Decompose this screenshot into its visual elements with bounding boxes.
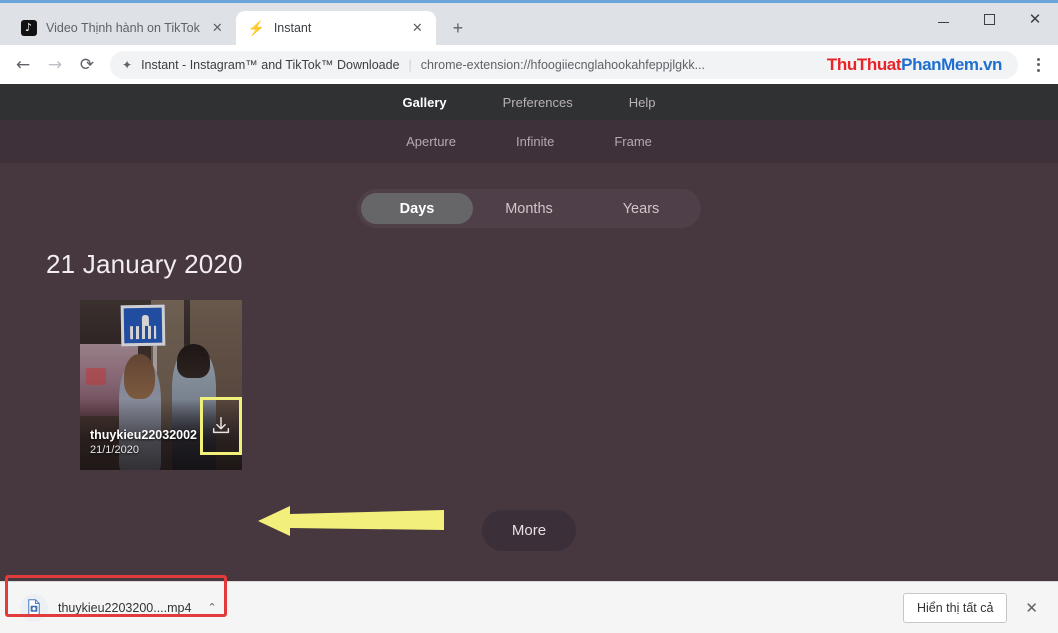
three-dot-menu-icon[interactable] — [1026, 50, 1050, 80]
download-icon — [212, 417, 230, 434]
download-shelf-actions: Hiển thị tất cả ✕ — [902, 592, 1046, 623]
forward-icon[interactable]: → — [40, 50, 70, 80]
maximize-button[interactable] — [966, 3, 1012, 35]
download-file-name: thuykieu2203200....mp4 — [58, 600, 192, 615]
tiktok-icon: ♪ — [20, 20, 37, 37]
tab-title: Instant — [273, 21, 312, 35]
secondary-nav: Aperture Infinite Frame — [0, 120, 1058, 163]
download-shelf: thuykieu2203200....mp4 ⌃ Hiển thị tất cả… — [0, 574, 1058, 633]
segment-days[interactable]: Days — [361, 193, 473, 224]
thumbnail-date: 21/1/2020 — [90, 444, 139, 456]
nav-item-help[interactable]: Help — [601, 95, 684, 110]
show-all-downloads-button[interactable]: Hiển thị tất cả — [902, 592, 1008, 623]
thumbnail-username: thuykieu22032002 — [90, 428, 198, 442]
nav-item-frame[interactable]: Frame — [584, 134, 682, 149]
new-tab-button[interactable]: + — [444, 14, 472, 42]
site-watermark: ThuThuat PhanMem.vn — [823, 55, 1006, 75]
close-window-button[interactable]: ✕ — [1012, 3, 1058, 35]
nav-item-gallery[interactable]: Gallery — [375, 95, 475, 110]
gallery-content: Days Months Years 21 January 2020 thuyki… — [0, 163, 1058, 551]
tab-instant[interactable]: ⚡ Instant ✕ — [235, 11, 436, 45]
watermark-blue-text: PhanMem.vn — [901, 54, 1002, 74]
nav-item-preferences[interactable]: Preferences — [475, 95, 601, 110]
segment-years[interactable]: Years — [585, 193, 697, 224]
extension-name: Instant - Instagram™ and TikTok™ Downloa… — [141, 57, 400, 72]
extension-page: Gallery Preferences Help Aperture Infini… — [0, 84, 1058, 581]
media-grid: thuykieu22032002 21/1/2020 — [80, 300, 1058, 470]
omnibox-url: chrome-extension://hfoogiiecnglahookahfe… — [420, 57, 705, 72]
chrome-browser-window: ♪ Video Thịnh hành on TikTok ✕ ⚡ Instant… — [0, 0, 1058, 633]
more-button-wrap: More — [0, 510, 1058, 551]
browser-toolbar: ← → ⟳ ✦ Instant - Instagram™ and TikTok™… — [0, 45, 1058, 84]
media-thumbnail[interactable]: thuykieu22032002 21/1/2020 — [80, 300, 242, 470]
back-icon[interactable]: ← — [8, 50, 38, 80]
video-file-icon — [20, 593, 48, 622]
watermark-red-text: ThuThuat — [826, 54, 902, 74]
date-heading: 21 January 2020 — [46, 249, 243, 279]
period-segmented-control: Days Months Years — [357, 189, 701, 228]
puzzle-piece-icon: ✦ — [122, 57, 133, 72]
address-bar[interactable]: ✦ Instant - Instagram™ and TikTok™ Downl… — [110, 50, 1018, 79]
tab-strip: ♪ Video Thịnh hành on TikTok ✕ ⚡ Instant… — [0, 3, 1058, 45]
thumbnail-meta: thuykieu22032002 21/1/2020 — [90, 428, 197, 456]
window-controls: ✕ — [920, 3, 1058, 45]
annotation-arrow — [258, 506, 444, 536]
tab-tiktok[interactable]: ♪ Video Thịnh hành on TikTok ✕ — [8, 11, 236, 45]
file-glyph-icon — [28, 598, 40, 617]
primary-nav: Gallery Preferences Help — [0, 84, 1058, 120]
reload-icon[interactable]: ⟳ — [72, 50, 102, 80]
minimize-button[interactable] — [920, 3, 966, 35]
tab-close-icon[interactable]: ✕ — [209, 20, 226, 37]
omnibox-separator: | — [408, 57, 412, 72]
close-shelf-icon[interactable]: ✕ — [1017, 599, 1046, 617]
nav-item-infinite[interactable]: Infinite — [486, 134, 584, 149]
chevron-up-icon[interactable]: ⌃ — [201, 601, 222, 614]
download-item[interactable]: thuykieu2203200....mp4 ⌃ — [12, 591, 231, 625]
tab-close-icon[interactable]: ✕ — [409, 20, 426, 37]
download-button[interactable] — [203, 400, 239, 452]
more-button[interactable]: More — [481, 510, 577, 551]
nav-item-aperture[interactable]: Aperture — [376, 134, 486, 149]
download-item-wrapper: thuykieu2203200....mp4 ⌃ — [5, 574, 231, 625]
tab-title: Video Thịnh hành on TikTok — [46, 21, 200, 35]
download-button-highlight — [200, 397, 242, 455]
segment-months[interactable]: Months — [473, 193, 585, 224]
bolt-icon: ⚡ — [247, 20, 266, 36]
